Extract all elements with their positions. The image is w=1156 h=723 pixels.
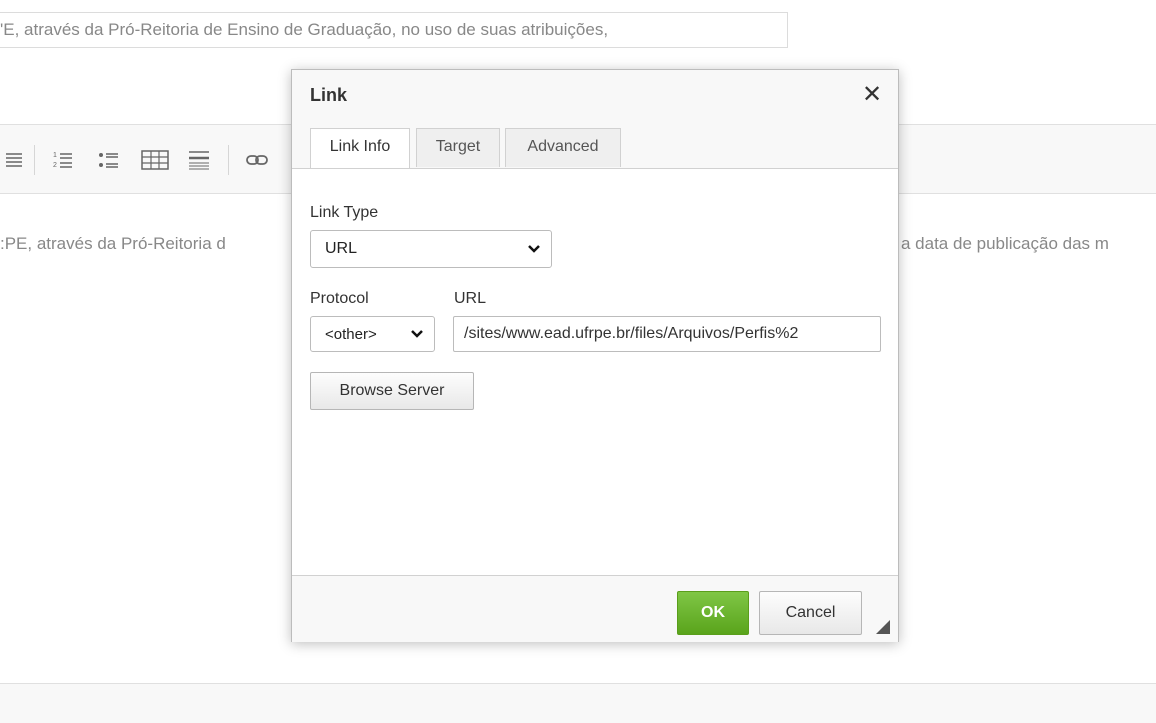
svg-text:1: 1	[53, 152, 57, 159]
background-body-text-right: a data de publicação das m	[901, 234, 1109, 253]
dialog-tabs: Link Info Target Advanced	[292, 122, 898, 169]
svg-text:2: 2	[53, 162, 57, 169]
chevron-down-icon	[411, 330, 423, 338]
cancel-button[interactable]: Cancel	[759, 591, 862, 635]
numbered-list-icon[interactable]: 12	[50, 147, 76, 173]
protocol-label: Protocol	[310, 290, 369, 307]
chevron-down-icon	[528, 245, 540, 253]
ok-button[interactable]: OK	[677, 591, 749, 635]
close-icon[interactable]: ✕	[858, 80, 886, 110]
editor-footer	[0, 683, 1156, 723]
url-label: URL	[454, 290, 487, 307]
dialog-titlebar[interactable]: Link ✕	[292, 70, 898, 123]
table-icon[interactable]	[140, 147, 169, 173]
bulleted-list-icon[interactable]	[96, 147, 122, 173]
protocol-value: <other>	[325, 325, 377, 343]
tab-target[interactable]: Target	[416, 128, 500, 167]
background-field-text: 'E, através da Pró-Reitoria de Ensino de…	[0, 20, 609, 39]
tab-advanced[interactable]: Advanced	[505, 128, 621, 167]
browse-server-button[interactable]: Browse Server	[310, 372, 474, 410]
link-icon[interactable]	[244, 147, 270, 173]
link-type-label: Link Type	[310, 204, 379, 221]
background-body-text-left: :PE, através da Pró-Reitoria d	[0, 234, 226, 253]
background-text-field[interactable]: 'E, através da Pró-Reitoria de Ensino de…	[0, 12, 788, 48]
resize-handle-icon[interactable]	[876, 620, 890, 634]
url-input[interactable]: /sites/www.ead.ufrpe.br/files/Arquivos/P…	[453, 316, 881, 352]
dialog-title: Link	[310, 85, 348, 105]
link-type-select[interactable]: URL	[310, 230, 552, 268]
horizontal-line-icon[interactable]	[186, 147, 212, 173]
link-dialog: Link ✕ Link Info Target Advanced Link Ty…	[291, 69, 899, 642]
toolbar-separator	[34, 145, 35, 175]
dialog-footer: OK Cancel	[292, 575, 898, 642]
align-justify-icon[interactable]	[2, 147, 28, 173]
tab-link-info[interactable]: Link Info	[310, 128, 410, 168]
link-type-value: URL	[325, 240, 358, 257]
toolbar-separator	[228, 145, 229, 175]
protocol-select[interactable]: <other>	[310, 316, 435, 352]
